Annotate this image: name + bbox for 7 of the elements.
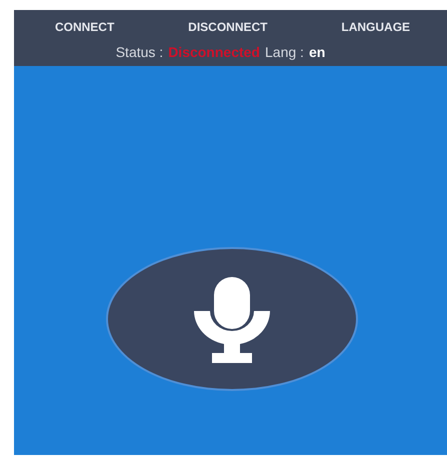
toolbar-button[interactable]: DISCONNECT: [184, 18, 272, 36]
status-value: Disconnected: [168, 43, 260, 62]
language-value: en: [308, 43, 326, 62]
toolbar-button[interactable]: LANGUAGE: [337, 18, 414, 36]
toolbar-button[interactable]: CONNECT: [50, 18, 118, 36]
status-label: Status :: [116, 43, 164, 62]
language-label: Lang :: [265, 43, 304, 62]
